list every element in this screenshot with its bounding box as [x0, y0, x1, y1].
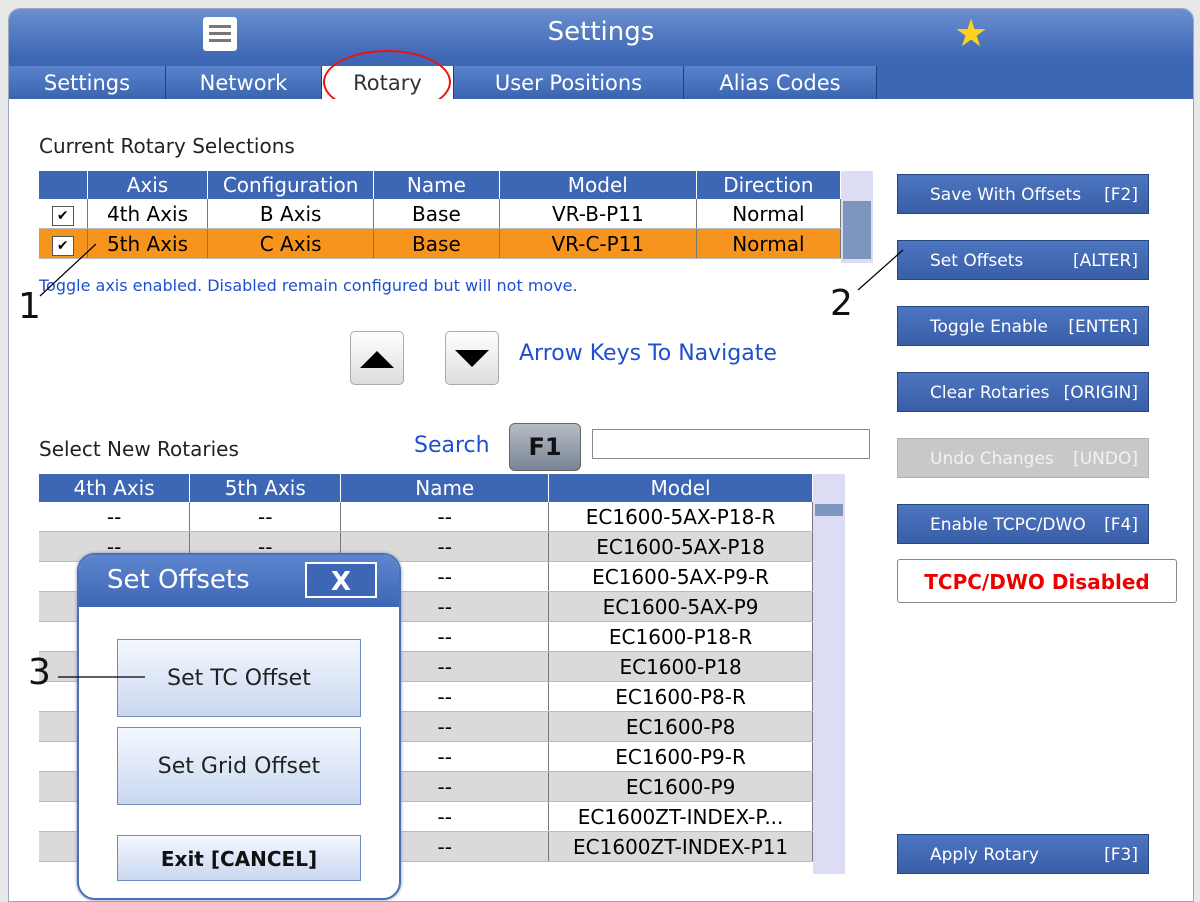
callout-2-line — [857, 249, 904, 291]
callout-lines — [39, 243, 904, 678]
callout-1-line — [39, 243, 97, 297]
callout-2: 2 — [830, 283, 853, 324]
callout-1: 1 — [18, 286, 41, 327]
callout-3: 3 — [28, 652, 51, 693]
